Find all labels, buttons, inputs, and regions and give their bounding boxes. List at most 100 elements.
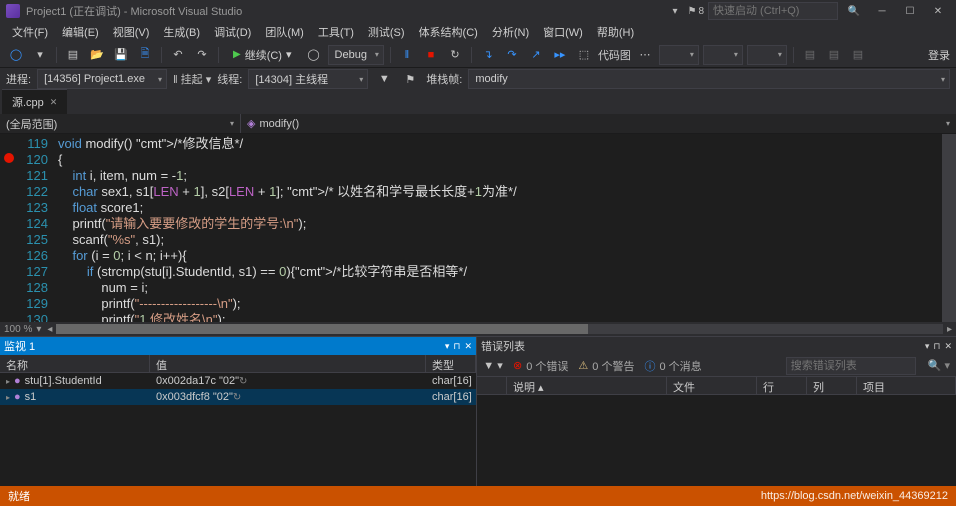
comment-icon[interactable]: ▤ xyxy=(800,45,820,65)
zoom-dropdown[interactable]: 100 % xyxy=(4,324,32,335)
function-icon: ◈ xyxy=(247,117,255,130)
panel-close-icon[interactable]: ✕ xyxy=(464,341,472,352)
menu-item[interactable]: 帮助(H) xyxy=(591,22,640,42)
tool-drop-3[interactable] xyxy=(747,45,787,65)
more-icon[interactable]: ⋯ xyxy=(635,45,655,65)
func-dropdown[interactable]: ◈ modify() xyxy=(240,114,956,133)
thread-dropdown[interactable]: [14304] 主线程 xyxy=(248,69,368,89)
filter-icon[interactable]: ▼ xyxy=(374,69,394,89)
status-text: 就绪 xyxy=(8,488,30,504)
menu-item[interactable]: 分析(N) xyxy=(486,22,535,42)
codemap-label: 代码图 xyxy=(598,47,631,63)
flag-icon[interactable]: ⚑ xyxy=(400,69,420,89)
menu-item[interactable]: 体系结构(C) xyxy=(413,22,484,42)
config-dropdown[interactable]: Debug xyxy=(328,45,384,65)
window-title: Project1 (正在调试) - Microsoft Visual Studi… xyxy=(26,3,242,19)
nav-fwd-icon[interactable]: ▾ xyxy=(30,45,50,65)
menu-item[interactable]: 调试(D) xyxy=(208,22,257,42)
editor-navbar: (全局范围) ◈ modify() xyxy=(0,114,956,134)
vs-logo-icon xyxy=(6,4,20,18)
error-list-header[interactable]: 错误列表 ▾⊓✕ xyxy=(477,337,956,355)
quick-launch-input[interactable] xyxy=(708,2,838,20)
process-dropdown[interactable]: [14356] Project1.exe xyxy=(37,69,167,89)
error-search-input[interactable] xyxy=(786,357,916,375)
stackframe-label: 堆栈帧: xyxy=(426,71,462,87)
panel-dropdown-icon[interactable]: ▾ xyxy=(925,341,930,352)
suspend-button[interactable]: ‖ 挂起 ▾ xyxy=(173,69,211,89)
menu-item[interactable]: 编辑(E) xyxy=(56,22,105,42)
undo-icon[interactable]: ↶ xyxy=(168,45,188,65)
menu-item[interactable]: 视图(V) xyxy=(107,22,156,42)
tool-drop-2[interactable] xyxy=(703,45,743,65)
thread-label: 线程: xyxy=(217,71,242,87)
menu-item[interactable]: 工具(T) xyxy=(312,22,360,42)
menu-item[interactable]: 生成(B) xyxy=(157,22,206,42)
stackframe-dropdown[interactable]: modify xyxy=(468,69,950,89)
main-toolbar: ◯ ▾ ▤ 📂 💾 🗎 ↶ ↷ ▶ 继续(C) ▾ ◯ Debug ‖ ■ ↻ … xyxy=(0,42,956,68)
error-columns: 说明 ▴ 文件 行 列 项目 xyxy=(477,377,956,395)
code-editor[interactable]: 1191201211221231241251261271281291301311… xyxy=(0,134,956,322)
pause-icon[interactable]: ‖ xyxy=(397,45,417,65)
messages-filter[interactable]: ⓘ0 个消息 xyxy=(644,358,701,374)
warnings-filter[interactable]: ⚠0 个警告 xyxy=(578,358,634,374)
play-icon: ▶ xyxy=(233,49,241,60)
watch-columns: 名称 值 类型 xyxy=(0,355,476,373)
menu-item[interactable]: 测试(S) xyxy=(362,22,411,42)
login-link[interactable]: 登录 xyxy=(928,47,950,63)
step-into-icon[interactable]: ↴ xyxy=(478,45,498,65)
watermark-text: https://blog.csdn.net/weixin_44369212 xyxy=(761,490,948,502)
menu-item[interactable]: 团队(M) xyxy=(259,22,310,42)
save-icon[interactable]: 💾 xyxy=(111,45,131,65)
bookmark-icon[interactable]: ▤ xyxy=(848,45,868,65)
open-icon[interactable]: 📂 xyxy=(87,45,107,65)
notifications-button[interactable]: ▾ ⚑8 xyxy=(672,6,704,17)
redo-icon[interactable]: ↷ xyxy=(192,45,212,65)
process-label: 进程: xyxy=(6,71,31,87)
nav-back-icon[interactable]: ◯ xyxy=(6,45,26,65)
tab-strip: 源.cpp ✕ xyxy=(0,90,956,114)
tab-close-icon[interactable]: ✕ xyxy=(50,97,58,108)
minimize-button[interactable]: ─ xyxy=(870,2,894,20)
filter-funnel-icon[interactable]: ▼ ▾ xyxy=(483,356,503,376)
watch-panel-header[interactable]: 监视 1 ▾⊓✕ xyxy=(0,337,476,355)
search-icon[interactable]: 🔍 xyxy=(842,2,866,20)
statusbar: 就绪 https://blog.csdn.net/weixin_44369212 xyxy=(0,486,956,506)
tab-source[interactable]: 源.cpp ✕ xyxy=(2,89,67,114)
watch-row[interactable]: ▸● s10x003dfcf8 "02"↻char[16] xyxy=(0,389,476,405)
debug-toolbar: 进程: [14356] Project1.exe ‖ 挂起 ▾ 线程: [143… xyxy=(0,68,956,90)
menubar: 文件(F)编辑(E)视图(V)生成(B)调试(D)团队(M)工具(T)测试(S)… xyxy=(0,22,956,42)
horizontal-scrollbar[interactable] xyxy=(56,324,943,334)
close-button[interactable]: ✕ xyxy=(926,2,950,20)
step-over-icon[interactable]: ↷ xyxy=(502,45,522,65)
scope-dropdown[interactable]: (全局范围) xyxy=(0,114,240,133)
bottom-panels: 监视 1 ▾⊓✕ 名称 值 类型 ▸● stu[1].StudentId0x00… xyxy=(0,336,956,486)
break-icon[interactable]: ◯ xyxy=(304,45,324,65)
save-all-icon[interactable]: 🗎 xyxy=(135,45,155,65)
restart-icon[interactable]: ↻ xyxy=(445,45,465,65)
maximize-button[interactable]: ☐ xyxy=(898,2,922,20)
run-to-icon[interactable]: ▸▸ xyxy=(550,45,570,65)
errors-filter[interactable]: ⊗0 个错误 xyxy=(513,358,568,374)
new-icon[interactable]: ▤ xyxy=(63,45,83,65)
panel-close-icon[interactable]: ✕ xyxy=(944,341,952,352)
panel-pin-icon[interactable]: ⊓ xyxy=(453,341,460,352)
menu-item[interactable]: 窗口(W) xyxy=(537,22,589,42)
codemap-icon[interactable]: ⬚ xyxy=(574,45,594,65)
error-list-toolbar: ▼ ▾ ⊗0 个错误 ⚠0 个警告 ⓘ0 个消息 🔍 ▾ xyxy=(477,355,956,377)
watch-panel: 监视 1 ▾⊓✕ 名称 值 类型 ▸● stu[1].StudentId0x00… xyxy=(0,337,477,486)
vertical-scrollbar[interactable] xyxy=(942,134,956,322)
tool-drop-1[interactable] xyxy=(659,45,699,65)
error-list-panel: 错误列表 ▾⊓✕ ▼ ▾ ⊗0 个错误 ⚠0 个警告 ⓘ0 个消息 🔍 ▾ 说明… xyxy=(477,337,956,486)
panel-pin-icon[interactable]: ⊓ xyxy=(933,341,940,352)
uncomment-icon[interactable]: ▤ xyxy=(824,45,844,65)
titlebar: Project1 (正在调试) - Microsoft Visual Studi… xyxy=(0,0,956,22)
editor-bottom-bar: 100 % ▾ ◂ ▸ xyxy=(0,322,956,336)
step-out-icon[interactable]: ↗ xyxy=(526,45,546,65)
watch-row-empty[interactable] xyxy=(0,405,476,421)
continue-button[interactable]: ▶ 继续(C) ▾ xyxy=(225,45,300,65)
menu-item[interactable]: 文件(F) xyxy=(6,22,54,42)
breakpoint-icon[interactable] xyxy=(4,153,14,163)
stop-icon[interactable]: ■ xyxy=(421,45,441,65)
watch-row[interactable]: ▸● stu[1].StudentId0x002da17c "02"↻char[… xyxy=(0,373,476,389)
panel-dropdown-icon[interactable]: ▾ xyxy=(445,341,450,352)
